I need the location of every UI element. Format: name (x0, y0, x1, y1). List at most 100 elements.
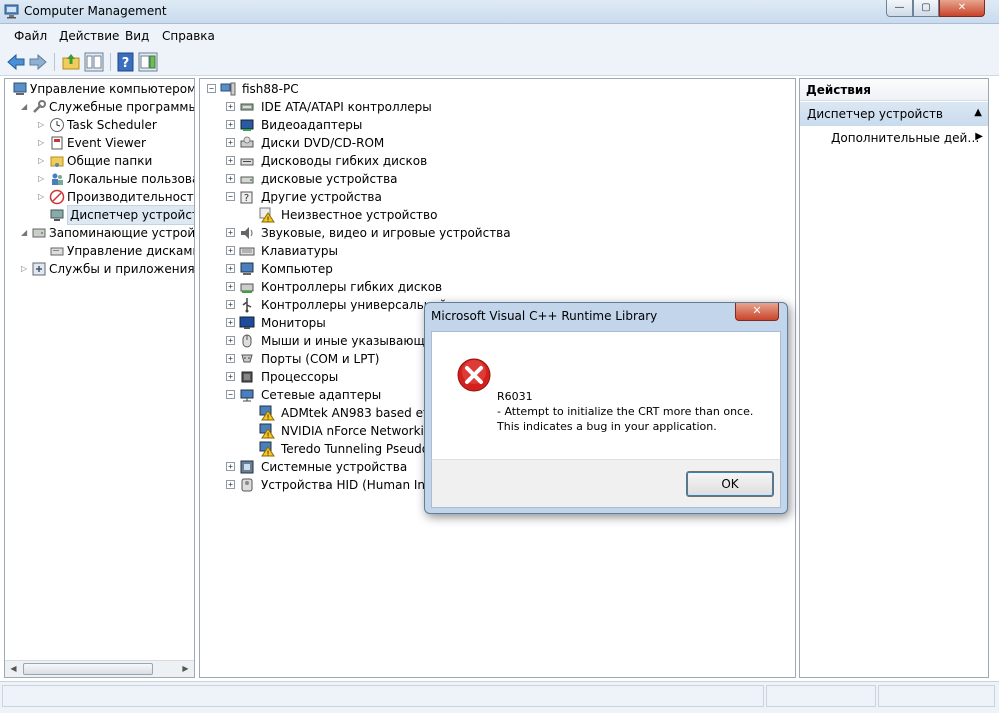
collapse-arrow-icon[interactable]: ◢ (21, 98, 27, 116)
tree-item[interactable]: ▷ Общие папки (5, 152, 194, 170)
scroll-left-button[interactable]: ◀ (5, 661, 22, 677)
expand-arrow-icon[interactable]: ▷ (38, 152, 44, 170)
menu-file[interactable]: Файл (14, 29, 47, 43)
expand-icon[interactable]: + (226, 102, 235, 111)
ok-button[interactable]: OK (686, 471, 774, 497)
device-tree-root[interactable]: − fish88-PC (200, 80, 795, 98)
collapse-arrow-icon[interactable]: ▲ (974, 107, 982, 118)
device-tree-item[interactable]: + Дисководы гибких дисков (200, 152, 795, 170)
device-tree-item[interactable]: + Видеоадаптеры (200, 116, 795, 134)
computer-icon (239, 261, 255, 277)
more-actions-item[interactable]: Дополнительные дей… ▶ (831, 131, 983, 145)
expand-icon[interactable]: + (226, 246, 235, 255)
usb-icon (239, 297, 255, 313)
more-actions-label: Дополнительные дей… (831, 131, 980, 145)
collapse-icon[interactable]: − (226, 192, 235, 201)
help-icon[interactable]: ? (116, 52, 136, 72)
device-tree-item[interactable]: + Диски DVD/CD-ROM (200, 134, 795, 152)
tree-item[interactable]: ▷ Службы и приложения (5, 260, 194, 278)
tree-item[interactable]: ◢ Служебные программы (5, 98, 194, 116)
status-bar (0, 681, 999, 713)
tree-item-label: Службы и приложения (49, 262, 195, 276)
expand-icon[interactable]: + (226, 372, 235, 381)
close-button[interactable]: ✕ (939, 0, 985, 17)
expand-icon[interactable]: + (226, 138, 235, 147)
tree-item-label: Диспетчер устройств (67, 205, 194, 225)
tree-item[interactable]: Диспетчер устройств (5, 205, 194, 225)
system-device-icon (239, 459, 255, 475)
error-line-2: This indicates a bug in your application… (497, 420, 717, 433)
expand-icon[interactable]: + (226, 336, 235, 345)
expand-icon[interactable]: + (226, 156, 235, 165)
tree-item[interactable]: ▷ Event Viewer (5, 134, 194, 152)
device-tree-item[interactable]: + Контроллеры гибких дисков (200, 278, 795, 296)
minimize-button[interactable]: — (886, 0, 913, 17)
svg-text:!: ! (267, 414, 270, 422)
device-tree-item[interactable]: ! Неизвестное устройство (200, 206, 795, 224)
storage-icon (31, 225, 47, 241)
horizontal-scrollbar[interactable]: ◀ ▶ (5, 660, 194, 677)
expand-icon[interactable]: + (226, 174, 235, 183)
status-segment (878, 685, 995, 707)
collapse-icon[interactable]: − (207, 84, 216, 93)
menu-view[interactable]: Вид (125, 29, 149, 43)
disk-drive-icon (239, 171, 255, 187)
tree-item[interactable]: ▷ Производительность (5, 188, 194, 206)
maximize-button[interactable]: ▢ (913, 0, 939, 17)
dialog-body: R6031 - Attempt to initialize the CRT mo… (431, 331, 781, 459)
device-tree-item[interactable]: + Клавиатуры (200, 242, 795, 260)
expand-icon[interactable]: + (226, 354, 235, 363)
tree-item[interactable]: Управление дисками (5, 242, 194, 260)
expand-icon[interactable]: + (226, 264, 235, 273)
expand-icon[interactable]: + (226, 318, 235, 327)
device-label: Контроллеры универсальной (261, 298, 447, 312)
device-label: Звуковые, видео и игровые устройства (261, 226, 511, 240)
tree-item[interactable]: Управление компьютером (л (5, 80, 194, 98)
show-hide-tree-icon[interactable] (84, 52, 104, 72)
device-label: Компьютер (261, 262, 333, 276)
toolbar-separator (110, 53, 111, 71)
expand-icon[interactable]: + (226, 480, 235, 489)
expand-icon[interactable]: + (226, 300, 235, 309)
device-tree-item[interactable]: + IDE ATA/ATAPI контроллеры (200, 98, 795, 116)
collapse-icon[interactable]: − (226, 390, 235, 399)
tree-item[interactable]: ◢ Запоминающие устройст (5, 224, 194, 242)
port-icon (239, 351, 255, 367)
expand-arrow-icon[interactable]: ▷ (38, 134, 44, 152)
tree-item[interactable]: ▷ Task Scheduler (5, 116, 194, 134)
up-folder-icon[interactable] (61, 52, 81, 72)
tree-item-label: Task Scheduler (67, 118, 157, 132)
expand-arrow-icon[interactable]: ▷ (21, 260, 27, 278)
scrollbar-thumb[interactable] (23, 663, 153, 675)
menu-help[interactable]: Справка (162, 29, 215, 43)
speaker-icon (239, 225, 255, 241)
expand-icon[interactable]: + (226, 282, 235, 291)
device-tree-item[interactable]: + Звуковые, видео и игровые устройства (200, 224, 795, 242)
expand-icon[interactable]: + (226, 120, 235, 129)
tree-item[interactable]: ▷ Локальные пользовате (5, 170, 194, 188)
expand-icon[interactable]: + (226, 462, 235, 471)
device-tree-item[interactable]: + дисковые устройства (200, 170, 795, 188)
expand-arrow-icon[interactable]: ▷ (38, 170, 44, 188)
floppy-drive-icon (239, 153, 255, 169)
actions-section-device-manager[interactable]: Диспетчер устройств ▲ (800, 102, 988, 126)
forward-arrow-icon[interactable] (28, 52, 48, 72)
device-tree-item[interactable]: + Компьютер (200, 260, 795, 278)
back-arrow-icon[interactable] (6, 52, 26, 72)
scroll-right-button[interactable]: ▶ (177, 661, 194, 677)
status-segment (2, 685, 764, 707)
expand-arrow-icon[interactable]: ▷ (38, 116, 44, 134)
tree-item-label: Служебные программы (49, 100, 195, 114)
action-pane-icon[interactable] (138, 52, 158, 72)
device-tree-item[interactable]: −? Другие устройства (200, 188, 795, 206)
device-label: Порты (COM и LPT) (261, 352, 380, 366)
svg-text:!: ! (267, 216, 270, 224)
menu-action[interactable]: Действие (59, 29, 119, 43)
expand-icon[interactable]: + (226, 228, 235, 237)
network-adapter-icon (239, 387, 255, 403)
collapse-arrow-icon[interactable]: ◢ (21, 224, 27, 242)
dialog-close-button[interactable]: ✕ (735, 303, 779, 321)
expand-arrow-icon[interactable]: ▷ (38, 188, 44, 206)
svg-text:!: ! (267, 450, 270, 458)
ide-icon (239, 99, 255, 115)
